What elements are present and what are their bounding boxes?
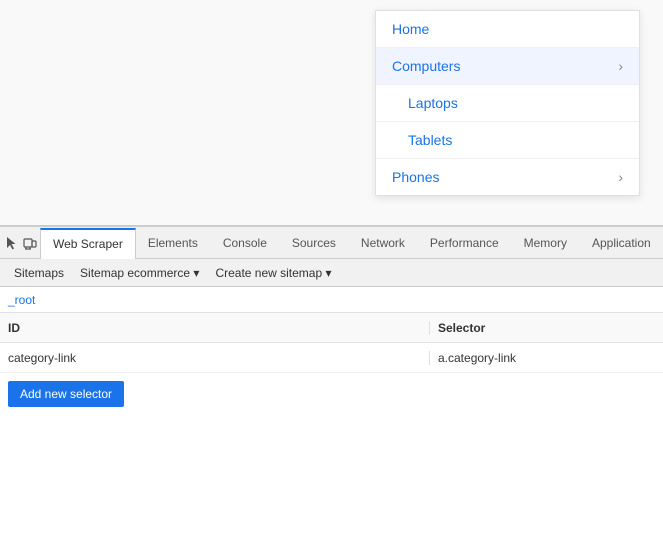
- device-icon[interactable]: [22, 232, 38, 254]
- selectors-table: ID Selector category-link a.category-lin…: [0, 313, 663, 373]
- menu-item-home[interactable]: Home: [376, 11, 639, 48]
- breadcrumb-text: _root: [8, 293, 35, 307]
- tab-elements[interactable]: Elements: [136, 227, 211, 259]
- dropdown-menu: Home Computers › Laptops Tablets Phones ›: [375, 10, 640, 196]
- menu-item-label: Phones: [392, 169, 439, 185]
- menu-item-computers[interactable]: Computers ›: [376, 48, 639, 85]
- menu-item-label: Computers: [392, 58, 460, 74]
- devtools-panel: Web ScraperElementsConsoleSourcesNetwork…: [0, 225, 663, 509]
- tab-web-scraper[interactable]: Web Scraper: [40, 228, 136, 259]
- menu-item-laptops[interactable]: Laptops: [376, 85, 639, 122]
- table-row[interactable]: category-link a.category-link: [0, 343, 663, 373]
- tab-console[interactable]: Console: [211, 227, 280, 259]
- tab-application[interactable]: Application: [580, 227, 663, 259]
- toolbar-item-sitemaps[interactable]: Sitemaps: [8, 264, 70, 282]
- col-header-selector: Selector: [430, 321, 663, 335]
- tab-memory[interactable]: Memory: [512, 227, 580, 259]
- tab-network[interactable]: Network: [349, 227, 418, 259]
- tab-sources[interactable]: Sources: [280, 227, 349, 259]
- col-header-id: ID: [0, 321, 430, 335]
- cell-selector: a.category-link: [430, 351, 663, 365]
- menu-item-label: Tablets: [408, 132, 452, 148]
- menu-item-tablets[interactable]: Tablets: [376, 122, 639, 159]
- menu-item-label: Home: [392, 21, 429, 37]
- devtools-body: _root ID Selector category-link a.catego…: [0, 287, 663, 509]
- add-new-selector-button[interactable]: Add new selector: [8, 381, 124, 407]
- cell-id: category-link: [0, 351, 430, 365]
- menu-item-phones[interactable]: Phones ›: [376, 159, 639, 195]
- toolbar-item-create-new-sitemap[interactable]: Create new sitemap ▾: [209, 264, 337, 282]
- devtools-tab-bar: Web ScraperElementsConsoleSourcesNetwork…: [0, 227, 663, 259]
- breadcrumb: _root: [0, 287, 663, 313]
- tab-performance[interactable]: Performance: [418, 227, 512, 259]
- toolbar-item-sitemap-ecommerce[interactable]: Sitemap ecommerce ▾: [74, 264, 205, 282]
- devtools-toolbar: SitemapsSitemap ecommerce ▾Create new si…: [0, 259, 663, 287]
- chevron-right-icon: ›: [618, 58, 623, 74]
- page-area: Home Computers › Laptops Tablets Phones ›: [0, 0, 663, 225]
- chevron-right-icon: ›: [618, 169, 623, 185]
- cursor-icon[interactable]: [4, 232, 20, 254]
- menu-item-label: Laptops: [408, 95, 458, 111]
- table-header: ID Selector: [0, 313, 663, 343]
